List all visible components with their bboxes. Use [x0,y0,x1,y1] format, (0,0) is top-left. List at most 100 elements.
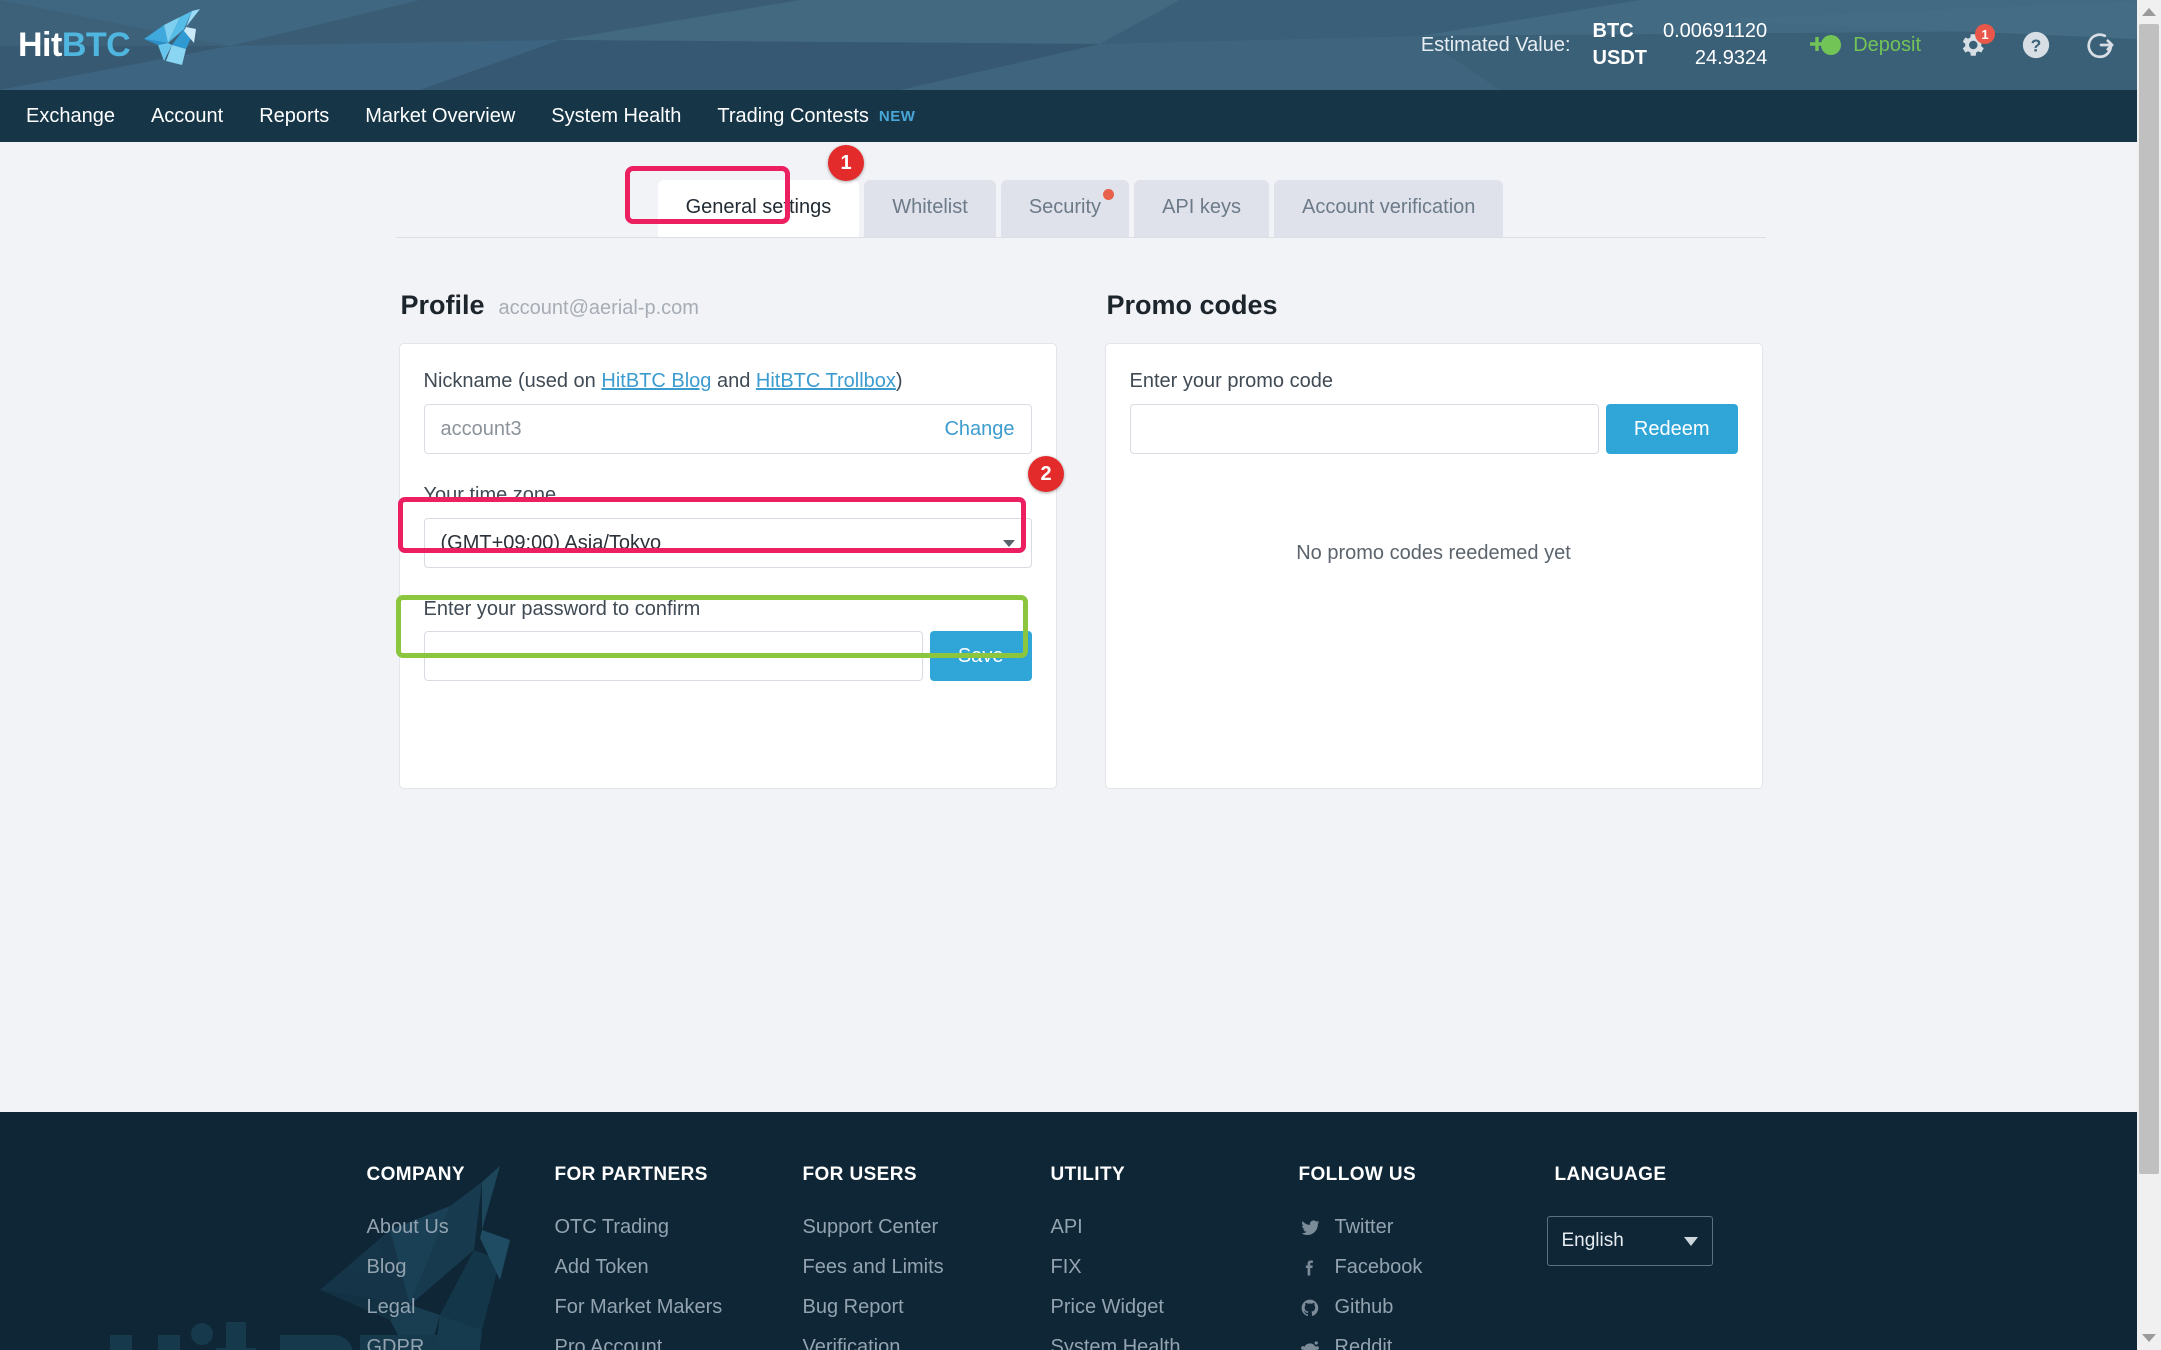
footer-head-language: LANGUAGE [1554,1164,1667,1185]
footer-link-api[interactable]: API [1051,1216,1299,1239]
change-nickname-link[interactable]: Change [944,418,1014,441]
scrollbar-up-button[interactable] [2137,0,2161,24]
nav-label: Account [150,104,224,127]
nav-item-system-health[interactable]: System Health [533,105,699,128]
nickname-label-mid: and [711,370,756,392]
nickname-row: account3 Change [423,404,1032,454]
brand-logo[interactable]: HitBTC [18,0,208,90]
footer-link-support-center[interactable]: Support Center [803,1216,1051,1239]
footer-link-system-health[interactable]: System Health [1051,1336,1299,1350]
chevron-down-icon [2142,1334,2156,1342]
balance-currency-btc: BTC [1592,20,1634,42]
hitbtc-settings-page: HitBTC Estimated Value: BTC 0.00691120 U… [0,0,2161,1350]
annotation-badge-2: 2 [1028,456,1064,492]
nav-item-reports[interactable]: Reports [241,105,347,128]
footer-link-verification[interactable]: Verification [803,1336,1051,1350]
balance-value-btc: 0.00691120 [1663,20,1768,42]
logo-btc-text: BTC [61,26,131,64]
footer-link-facebook[interactable]: Facebook [1299,1256,1547,1279]
settings-button[interactable]: 1 [1957,24,1995,60]
footer-link-fix[interactable]: FIX [1051,1256,1299,1279]
nav-label: Reports [259,104,330,127]
hitbtc-blog-link[interactable]: HitBTC Blog [601,370,711,392]
tabs-underline [395,237,1766,238]
footer-link-reddit[interactable]: Reddit [1299,1336,1547,1350]
nav-item-trading-contests[interactable]: Trading Contests NEW [699,105,933,128]
profile-title: Profile [400,290,485,320]
nav-item-exchange[interactable]: Exchange [8,105,133,128]
logo-hit-text: Hit [18,26,62,64]
scrollbar-thumb[interactable] [2139,24,2159,1174]
tab-security[interactable]: Security [1000,180,1130,237]
footer-column-language: LANGUAGE English [1546,1164,1795,1350]
footer-link-legal[interactable]: Legal [367,1296,555,1319]
page-scrollbar[interactable] [2137,0,2161,1350]
nav-item-account[interactable]: Account [133,105,241,128]
footer-column-for-partners: FOR PARTNERS OTC Trading Add Token For M… [555,1164,803,1350]
footer-link-fees-and-limits[interactable]: Fees and Limits [803,1256,1051,1279]
nickname-value: account3 [440,417,522,440]
twitter-icon [1301,1219,1319,1235]
footer-link-about-us[interactable]: About Us [367,1216,555,1239]
profile-column: Profile account@aerial-p.com Nickname (u… [398,290,1057,789]
timezone-select[interactable]: (GMT+09:00) Asia/Tokyo [423,518,1032,568]
password-input[interactable] [423,631,923,681]
nav-item-market-overview[interactable]: Market Overview [347,105,533,128]
tab-whitelist[interactable]: Whitelist [864,180,996,237]
nickname-input[interactable]: account3 Change [423,404,1032,454]
footer-link-price-widget[interactable]: Price Widget [1051,1296,1299,1319]
github-icon [1301,1299,1318,1316]
chevron-down-icon [1002,539,1015,547]
timezone-value: (GMT+09:00) Asia/Tokyo [440,531,662,554]
nav-label: Exchange [26,104,115,127]
footer-link-github[interactable]: Github [1299,1296,1547,1319]
tab-label: Account verification [1301,196,1476,218]
password-row: Save [423,631,1032,681]
facebook-icon [1305,1260,1313,1275]
footer-link-otc-trading[interactable]: OTC Trading [555,1216,803,1239]
footer-link-blog[interactable]: Blog [367,1256,555,1279]
footer-link-twitter[interactable]: Twitter [1299,1216,1547,1239]
scrollbar-down-button[interactable] [2137,1326,2161,1350]
tab-label: General settings [685,196,832,218]
settings-tabs: General settings Whitelist Security API … [0,180,2161,237]
footer-column-follow-us: FOLLOW US Twitter Facebook Github Reddit [1299,1164,1547,1350]
annotation-badge-1: 1 [828,145,864,181]
password-confirm-label: Enter your password to confirm [423,598,701,620]
question-mark-icon: ? [2022,31,2050,59]
reddit-icon [1300,1340,1319,1350]
logout-button[interactable] [2085,29,2117,61]
promo-card: Enter your promo code Redeem No promo co… [1104,343,1763,789]
footer-head-for-users: FOR USERS [802,1164,917,1185]
promo-code-input[interactable] [1129,404,1599,454]
top-header: HitBTC Estimated Value: BTC 0.00691120 U… [0,0,2161,90]
tab-api-keys[interactable]: API keys [1134,180,1269,237]
bull-logo-icon [144,9,201,65]
footer-column-company: COMPANY About Us Blog Legal GDPR [367,1164,555,1350]
footer-link-for-market-makers[interactable]: For Market Makers [555,1296,803,1319]
svg-text:?: ? [2031,35,2042,55]
footer-link-gdpr[interactable]: GDPR [367,1336,555,1350]
language-value: English [1561,1230,1624,1251]
footer-link-label: Twitter [1334,1216,1394,1238]
footer-link-label: Reddit [1334,1336,1393,1350]
nickname-label-pre: Nickname (used on [423,370,602,392]
help-button[interactable]: ? [2021,30,2051,60]
deposit-button[interactable]: Deposit [1807,32,1921,58]
tab-label: API keys [1162,196,1241,218]
hitbtc-trollbox-link[interactable]: HitBTC Trollbox [756,370,896,392]
nav-label: Market Overview [365,104,516,127]
redeem-button[interactable]: Redeem [1605,404,1738,454]
footer-link-pro-account[interactable]: Pro Account [555,1336,803,1350]
timezone-label: Your time zone [423,484,557,506]
footer-link-add-token[interactable]: Add Token [555,1256,803,1279]
footer-link-bug-report[interactable]: Bug Report [803,1296,1051,1319]
language-select[interactable]: English [1546,1216,1713,1266]
save-button[interactable]: Save [929,631,1032,681]
promo-input-label: Enter your promo code [1129,370,1333,392]
footer-link-label: Github [1334,1296,1394,1318]
tab-label: Security [1028,196,1102,218]
profile-email: account@aerial-p.com [498,297,699,319]
tab-account-verification[interactable]: Account verification [1273,180,1504,237]
tab-general-settings[interactable]: General settings [657,180,860,237]
